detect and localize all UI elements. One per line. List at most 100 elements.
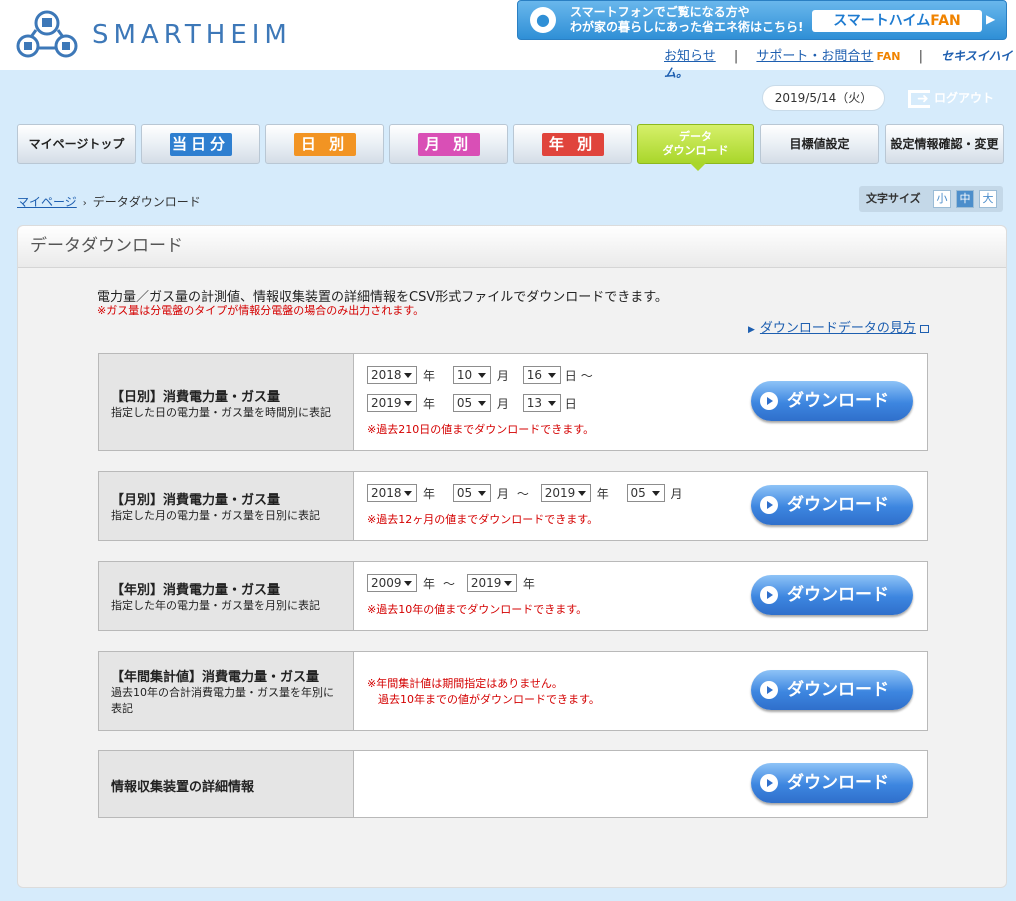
logout-label: ログアウト — [934, 91, 995, 105]
tab-daily-label: 日 別 — [293, 133, 356, 156]
to-year-select[interactable]: 2019 — [367, 394, 417, 412]
unit-day: 日 — [564, 396, 577, 411]
unit-day: 日 — [564, 368, 577, 383]
unit-month: 月 — [496, 396, 509, 411]
unit-year: 年 — [522, 576, 535, 591]
tab-settings[interactable]: 設定情報確認・変更 — [885, 124, 1004, 164]
howto-link-label[interactable]: ダウンロードデータの見方 — [760, 321, 916, 336]
download-button-daily[interactable]: ダウンロード — [751, 381, 913, 421]
support-fan-badge: FAN — [876, 50, 901, 63]
download-button-device-info[interactable]: ダウンロード — [751, 763, 913, 803]
download-button-annual-total[interactable]: ダウンロード — [751, 670, 913, 710]
to-year-select[interactable]: 2019 — [466, 574, 517, 592]
unit-year: 年 — [423, 396, 436, 411]
link-separator: | — [733, 49, 739, 64]
to-day-select[interactable]: 13 — [522, 394, 561, 412]
download-label: ダウンロード — [787, 585, 889, 605]
from-year-select[interactable]: 2018 — [367, 484, 417, 502]
tab-yearly[interactable]: 年 別 — [513, 124, 632, 164]
download-label: ダウンロード — [787, 391, 889, 411]
play-icon — [760, 392, 778, 410]
download-row-daily: 【日別】消費電力量・ガス量 指定した日の電力量・ガス量を時間別に表記 2018 年… — [98, 353, 928, 451]
range-separator: ～ — [443, 576, 456, 591]
tab-target-setting[interactable]: 目標値設定 — [760, 124, 879, 164]
row-note-line1: ※年間集計値は期間指定はありません。 — [367, 677, 563, 690]
tab-daily[interactable]: 日 別 — [265, 124, 384, 164]
download-row-device-info: 情報収集装置の詳細情報 ダウンロード — [98, 750, 928, 818]
news-link[interactable]: お知らせ — [664, 49, 716, 64]
top-links: お知らせ | サポート・お問合せ FAN | セキスイハイム。 — [664, 45, 1016, 80]
font-size-label: 文字サイズ — [866, 192, 921, 205]
tab-mypage-top[interactable]: マイページトップ — [17, 124, 136, 164]
from-day-select[interactable]: 16 — [522, 366, 561, 384]
download-row-monthly: 【月別】消費電力量・ガス量 指定した月の電力量・ガス量を日別に表記 2018 年 … — [98, 471, 928, 541]
row-title: 【月別】消費電力量・ガス量 — [111, 493, 281, 508]
row-label: 【月別】消費電力量・ガス量 指定した月の電力量・ガス量を日別に表記 — [99, 472, 354, 540]
logout-icon — [908, 89, 930, 109]
tab-monthly[interactable]: 月 別 — [389, 124, 508, 164]
tab-settings-label: 設定情報確認・変更 — [890, 137, 999, 151]
tab-today[interactable]: 当日分 — [141, 124, 260, 164]
font-size-large-button[interactable]: 大 — [979, 190, 997, 208]
tab-download-line2: ダウンロード — [662, 144, 729, 157]
support-link[interactable]: サポート・お問合せ — [756, 49, 873, 64]
unit-year: 年 — [596, 486, 609, 501]
font-size-medium-button[interactable]: 中 — [956, 190, 974, 208]
current-date: 2019/5/14（火） — [762, 85, 885, 111]
download-panel: データダウンロード 電力量／ガス量の計測値、情報収集装置の詳細情報をCSV形式フ… — [17, 225, 1007, 888]
banner-brand-suffix: FAN — [930, 13, 961, 29]
tab-mypage-top-label: マイページトップ — [28, 137, 125, 151]
from-month-select[interactable]: 10 — [452, 366, 491, 384]
from-month-select[interactable]: 05 — [452, 484, 491, 502]
tab-data-download[interactable]: データ ダウンロード — [637, 124, 754, 171]
to-year-select[interactable]: 2019 — [540, 484, 591, 502]
row-body: 2018 年 10 月 16 日～ 2019 年 05 月 13 日 ※過去210日の値まで… — [367, 354, 727, 450]
lightbulb-icon: ● — [530, 7, 556, 33]
download-label: ダウンロード — [787, 680, 889, 700]
smartheim-fan-banner[interactable]: ● スマートフォンでご覧になる方や わが家の暮らしにあった省エネ術はこちら! ス… — [517, 0, 1007, 40]
unit-month: 月 — [496, 486, 509, 501]
row-note-line2: 過去10年までの値がダウンロードできます。 — [378, 693, 600, 706]
row-title: 【年別】消費電力量・ガス量 — [111, 583, 281, 598]
row-body: 2009 年 ～ 2019 年 ※過去10年の値までダウンロードできます。 — [367, 562, 727, 630]
tab-target-label: 目標値設定 — [789, 137, 850, 151]
download-row-yearly: 【年別】消費電力量・ガス量 指定した年の電力量・ガス量を月別に表記 2009 年 ～… — [98, 561, 928, 631]
font-size-small-button[interactable]: 小 — [933, 190, 951, 208]
play-icon — [760, 496, 778, 514]
row-label: 【年別】消費電力量・ガス量 指定した年の電力量・ガス量を月別に表記 — [99, 562, 354, 630]
to-month-select[interactable]: 05 — [452, 394, 491, 412]
from-year-select[interactable]: 2009 — [367, 574, 417, 592]
download-button-monthly[interactable]: ダウンロード — [751, 485, 913, 525]
row-label: 【年間集計値】消費電力量・ガス量 過去10年の合計消費電力量・ガス量を年別に 表… — [99, 652, 354, 730]
download-label: ダウンロード — [787, 773, 889, 793]
gas-note: ※ガス量は分電盤のタイプが情報分電盤の場合のみ出力されます。 — [97, 304, 425, 317]
breadcrumb-mypage-link[interactable]: マイページ — [17, 195, 77, 209]
smartheim-logo[interactable]: SMARTHEIM — [16, 8, 356, 60]
panel-title: データダウンロード — [18, 226, 1006, 268]
breadcrumb-current: データダウンロード — [92, 195, 201, 209]
row-desc-line2: 表記 — [111, 702, 133, 715]
row-body: ※年間集計値は期間指定はありません。 過去10年までの値がダウンロードできます。 — [367, 652, 727, 730]
external-window-icon — [919, 324, 929, 333]
download-row-annual-total: 【年間集計値】消費電力量・ガス量 過去10年の合計消費電力量・ガス量を年別に 表… — [98, 651, 928, 731]
from-year-select[interactable]: 2018 — [367, 366, 417, 384]
arrow-right-icon: ▶ — [986, 12, 996, 26]
banner-text: スマートフォンでご覧になる方や わが家の暮らしにあった省エネ術はこちら! — [570, 5, 803, 35]
play-icon — [760, 586, 778, 604]
row-title: 【日別】消費電力量・ガス量 — [111, 390, 281, 405]
unit-month: 月 — [496, 368, 509, 383]
row-body: 2018 年 05 月 ～ 2019 年 05 月 ※過去12ヶ月の値までダウンロードでき… — [367, 472, 727, 540]
row-desc-line1: 過去10年の合計消費電力量・ガス量を年別に — [111, 686, 334, 699]
download-button-yearly[interactable]: ダウンロード — [751, 575, 913, 615]
howto-link[interactable]: ▶ ダウンロードデータの見方 — [748, 317, 929, 336]
tab-download-line1: データ — [679, 130, 712, 143]
row-label: 情報収集装置の詳細情報 — [99, 751, 354, 817]
banner-brand: スマートハイム — [833, 13, 931, 29]
range-separator: ～ — [516, 486, 529, 501]
unit-year: 年 — [423, 576, 436, 591]
unit-year: 年 — [423, 368, 436, 383]
support-link-label: サポート・お問合せ — [756, 49, 874, 64]
logout-button[interactable]: ログアウト — [908, 88, 995, 109]
to-month-select[interactable]: 05 — [626, 484, 665, 502]
site-header: SMARTHEIM ● スマートフォンでご覧になる方や わが家の暮らしにあった省… — [0, 0, 1016, 80]
